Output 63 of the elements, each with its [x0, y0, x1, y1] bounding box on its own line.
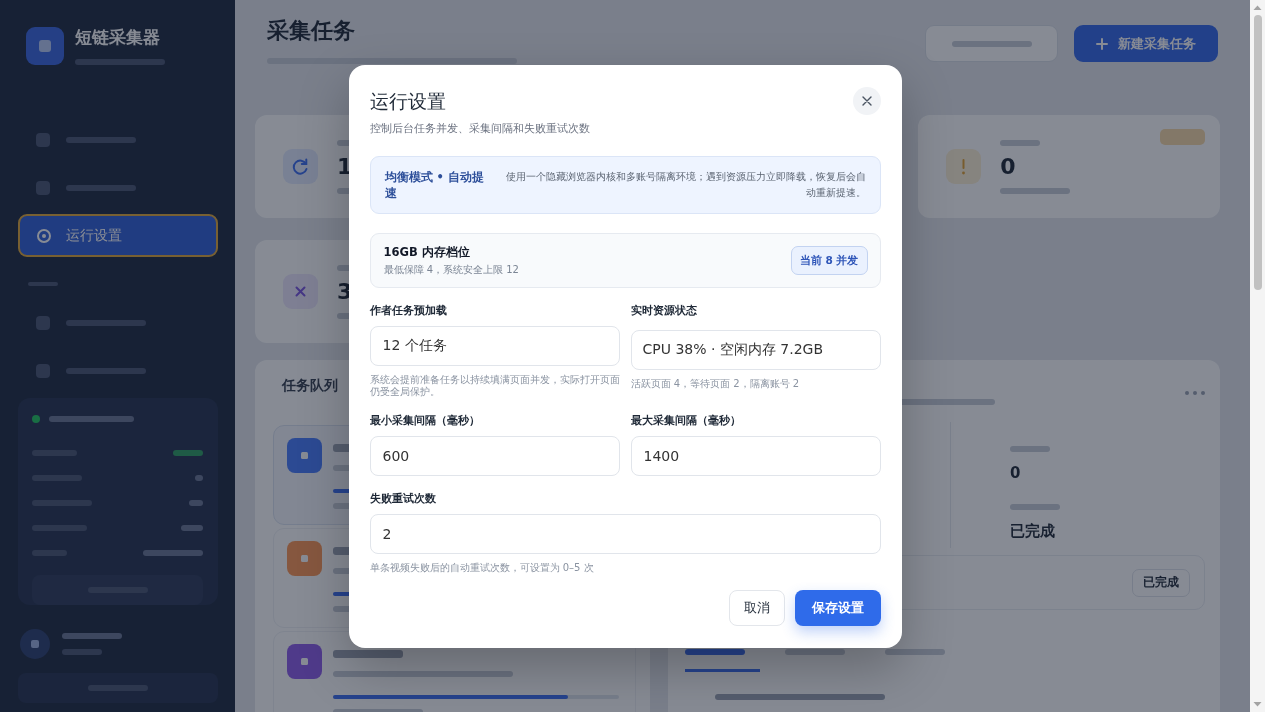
memory-detail: 最低保障 4，系统安全上限 12: [383, 262, 519, 277]
field-label: 最大采集间隔（毫秒）: [630, 412, 741, 428]
scrollbar-thumb[interactable]: [1253, 15, 1262, 290]
save-button[interactable]: 保存设置: [794, 589, 881, 626]
panel-title: 任务队列: [282, 376, 338, 394]
field-label: 失败重试次数: [369, 490, 436, 506]
text-bar: [1000, 139, 1041, 146]
exclamation-icon: [946, 149, 982, 184]
help-text: 单条视频失败后的自动重试次数，可设置为 0–5 次: [369, 561, 594, 574]
text-bar: [333, 650, 403, 658]
square-icon: [36, 363, 50, 378]
status-dot-icon: [32, 415, 40, 423]
field-label: 作者任务预加载: [369, 302, 447, 318]
help-text: 系统会提前准备任务以持续填满页面并发，实际打开页面仍受全局保护。: [369, 373, 620, 398]
field-label: 实时资源状态: [630, 302, 697, 318]
stat-value: 0: [1000, 153, 1016, 180]
text-bar: [1010, 504, 1060, 510]
dialog-subtitle: 控制后台任务并发、采集间隔和失败重试次数: [369, 120, 591, 136]
avatar-icon: [20, 629, 50, 659]
plus-icon: [1096, 37, 1108, 50]
logo-icon: [26, 27, 64, 65]
text-bar: [195, 474, 203, 481]
page-title: 采集任务: [267, 18, 355, 44]
memory-title: 16GB 内存档位: [383, 243, 470, 260]
mode-description: 使用一个隐藏浏览器内核和多账号隔离环境；遇到资源压力立即降载，恢复后会自动重新提速。: [504, 169, 866, 200]
cancel-button[interactable]: 取消: [728, 589, 785, 626]
dialog-title: 运行设置: [369, 88, 446, 114]
text-bar: [1000, 187, 1071, 194]
cross-icon: [283, 274, 318, 309]
resource-readout: CPU 38% · 空闲内存 7.2GB: [630, 329, 881, 370]
text-bar: [62, 649, 102, 655]
concurrency-badge: 当前 8 并发: [790, 245, 868, 275]
placeholder-button[interactable]: [18, 673, 218, 703]
square-icon: [36, 180, 50, 195]
detail-value: 已完成: [1010, 521, 1055, 542]
more-icon[interactable]: [1185, 391, 1205, 395]
text-bar: [1010, 446, 1050, 452]
mode-label: 均衡模式 • 自动提速: [384, 168, 485, 201]
square-icon: [36, 315, 50, 330]
help-text: 活跃页面 4，等待页面 2，隔离账号 2: [630, 377, 800, 390]
close-icon: [861, 95, 872, 106]
text-bar: [66, 136, 136, 143]
text-bar: [62, 633, 122, 639]
refresh-icon: [283, 149, 318, 184]
detail-value: 0: [1010, 463, 1021, 484]
input-field[interactable]: 1400: [630, 435, 881, 476]
placeholder-button[interactable]: [32, 575, 203, 605]
close-button[interactable]: [852, 86, 881, 115]
text-bar: [66, 184, 136, 191]
input-field[interactable]: 12 个任务: [369, 325, 620, 366]
field-label: 最小采集间隔（毫秒）: [369, 412, 480, 428]
text-bar: [181, 524, 203, 531]
scrollbar[interactable]: [1250, 0, 1265, 712]
status-button[interactable]: 已完成: [1132, 568, 1190, 597]
app-name: 短链采集器: [75, 27, 160, 47]
input-field[interactable]: 600: [369, 435, 620, 476]
text-bar: [189, 499, 203, 506]
text-bar: [173, 449, 203, 456]
text-bar: [143, 549, 203, 556]
placeholder-button[interactable]: [925, 25, 1058, 62]
square-icon: [36, 132, 50, 147]
input-field[interactable]: 2: [369, 513, 881, 554]
settings-icon: [36, 227, 52, 244]
